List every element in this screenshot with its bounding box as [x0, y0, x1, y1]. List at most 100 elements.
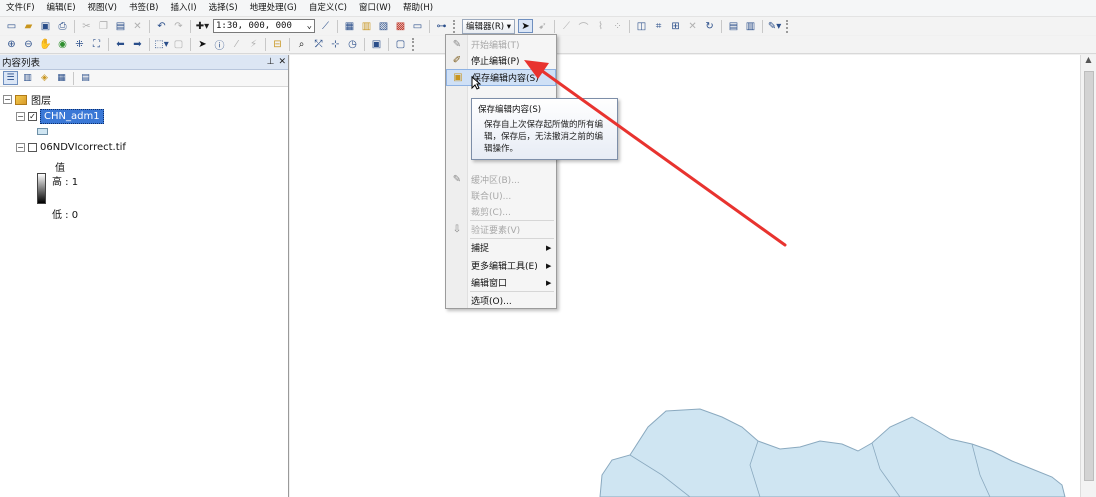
- arctoolbox-icon[interactable]: ▩: [393, 19, 408, 33]
- paste-icon[interactable]: ▤: [113, 19, 128, 33]
- attributes-icon[interactable]: ▤: [726, 19, 741, 33]
- layer-chn-adm1[interactable]: − ✓ CHN_adm1: [16, 109, 104, 124]
- select-features-icon[interactable]: ⬚▾: [154, 38, 169, 52]
- go-back-icon[interactable]: ⬅: [113, 38, 128, 52]
- list-by-selection-icon[interactable]: ▦: [54, 71, 69, 85]
- pin-icon[interactable]: ⊥: [267, 57, 275, 67]
- select-elements-icon[interactable]: ➤: [195, 38, 210, 52]
- edit-vertices-icon[interactable]: ◫: [634, 19, 649, 33]
- toolbar-grip[interactable]: [786, 19, 790, 33]
- clear-selection-icon[interactable]: ▢: [171, 38, 186, 52]
- measure-icon[interactable]: ⊟: [270, 38, 285, 52]
- vertical-scrollbar[interactable]: ▲: [1080, 55, 1096, 497]
- find-route-icon[interactable]: ⤱: [311, 38, 326, 52]
- toc-options-icon[interactable]: ▤: [78, 71, 93, 85]
- scroll-up-icon[interactable]: ▲: [1081, 55, 1096, 69]
- menu-item-editing-windows[interactable]: 编辑窗口 ▶: [446, 274, 556, 291]
- menu-item-union[interactable]: 联合(U)...: [446, 187, 556, 204]
- list-by-source-icon[interactable]: ▥: [20, 71, 35, 85]
- undo-icon[interactable]: ↶: [154, 19, 169, 33]
- layer-symbol[interactable]: [37, 128, 48, 135]
- layer-name-chn-adm1[interactable]: CHN_adm1: [40, 109, 104, 124]
- menu-item-more-editing-tools[interactable]: 更多编辑工具(E) ▶: [446, 257, 556, 274]
- edit-annotation-icon[interactable]: ➹: [535, 19, 550, 33]
- polygon-symbol-swatch[interactable]: [37, 128, 48, 135]
- trace-icon[interactable]: ⌇: [593, 19, 608, 33]
- reshape-icon[interactable]: ⌗: [651, 19, 666, 33]
- cut-polygons-icon[interactable]: ⊞: [668, 19, 683, 33]
- layer-ndvi[interactable]: − 06NDVIcorrect.tif: [16, 142, 126, 153]
- html-popup-icon[interactable]: ⁄: [229, 38, 244, 52]
- create-viewer-window-icon[interactable]: ▣: [369, 38, 384, 52]
- menu-bookmarks[interactable]: 书签(B): [123, 0, 164, 17]
- map-scale-select[interactable]: 1:30, 000, 000 ⌄: [213, 19, 315, 33]
- toolbar-grip[interactable]: [453, 19, 457, 33]
- save-icon[interactable]: ▣: [38, 19, 53, 33]
- create-features-icon[interactable]: ✎▾: [767, 19, 782, 33]
- point-icon[interactable]: ⁘: [610, 19, 625, 33]
- table-of-contents-icon[interactable]: ▦: [342, 19, 357, 33]
- split-icon[interactable]: ✕: [685, 19, 700, 33]
- menu-item-start-editing[interactable]: ✎ 开始编辑(T): [446, 36, 556, 53]
- model-builder-icon[interactable]: ⊶: [434, 19, 449, 33]
- menu-item-clip[interactable]: 裁剪(C)...: [446, 203, 556, 220]
- editor-menu-button[interactable]: 编辑器(R) ▾: [462, 18, 516, 34]
- fixed-zoom-in-icon[interactable]: ⁜: [72, 38, 87, 52]
- scrollbar-thumb[interactable]: [1084, 71, 1094, 481]
- menu-insert[interactable]: 插入(I): [164, 0, 202, 17]
- list-by-drawing-order-icon[interactable]: ☰: [3, 71, 18, 85]
- pan-icon[interactable]: ✋: [38, 38, 53, 52]
- close-icon[interactable]: ✕: [278, 57, 286, 67]
- layer-visibility-checkbox[interactable]: ✓: [28, 112, 37, 121]
- menu-item-buffer[interactable]: ✎ 缓冲区(B)...: [446, 171, 556, 188]
- menu-item-save-edits[interactable]: ▣ 保存编辑内容(S): [446, 69, 556, 86]
- print-icon[interactable]: ⎙: [55, 19, 70, 33]
- full-extent-icon[interactable]: ◉: [55, 38, 70, 52]
- menu-edit[interactable]: 编辑(E): [41, 0, 82, 17]
- zoom-in-icon[interactable]: ⊕: [4, 38, 19, 52]
- layer-name-ndvi[interactable]: 06NDVIcorrect.tif: [40, 142, 126, 153]
- copy-icon[interactable]: ❐: [96, 19, 111, 33]
- menu-file[interactable]: 文件(F): [0, 0, 41, 17]
- menu-geoprocessing[interactable]: 地理处理(G): [244, 0, 303, 17]
- straight-segment-icon[interactable]: ⟋: [559, 19, 574, 33]
- zoom-out-icon[interactable]: ⊖: [21, 38, 36, 52]
- menu-item-options[interactable]: 选项(O)...: [446, 292, 556, 309]
- new-document-icon[interactable]: ▭: [4, 19, 19, 33]
- collapse-icon[interactable]: −: [16, 112, 25, 121]
- redo-icon[interactable]: ↷: [171, 19, 186, 33]
- menu-view[interactable]: 视图(V): [82, 0, 123, 17]
- color-ramp[interactable]: [37, 173, 46, 204]
- menu-item-stop-editing[interactable]: ✐ 停止编辑(P): [446, 52, 556, 69]
- search-window-icon[interactable]: ▧: [376, 19, 391, 33]
- add-data-icon[interactable]: ✚▾: [195, 19, 210, 33]
- delete-icon[interactable]: ✕: [130, 19, 145, 33]
- list-by-visibility-icon[interactable]: ◈: [37, 71, 52, 85]
- find-icon[interactable]: ⌕: [294, 38, 309, 52]
- magnifier-icon[interactable]: ▢: [393, 38, 408, 52]
- identify-icon[interactable]: ⓘ: [212, 38, 227, 52]
- collapse-icon[interactable]: −: [3, 95, 12, 104]
- editor-toolbar-icon[interactable]: ⟋: [318, 19, 333, 33]
- go-to-xy-icon[interactable]: ⊹: [328, 38, 343, 52]
- python-window-icon[interactable]: ▭: [410, 19, 425, 33]
- menu-item-snapping[interactable]: 捕捉 ▶: [446, 239, 556, 256]
- map-display[interactable]: ▲: [290, 55, 1096, 497]
- edit-tool-icon[interactable]: ➤: [518, 19, 534, 33]
- menu-selection[interactable]: 选择(S): [203, 0, 244, 17]
- fixed-zoom-out-icon[interactable]: ⛶: [89, 38, 104, 52]
- go-forward-icon[interactable]: ➡: [130, 38, 145, 52]
- time-slider-icon[interactable]: ◷: [345, 38, 360, 52]
- menu-customize[interactable]: 自定义(C): [303, 0, 353, 17]
- sketch-properties-icon[interactable]: ▥: [743, 19, 758, 33]
- cut-icon[interactable]: ✂: [79, 19, 94, 33]
- end-point-arc-icon[interactable]: ⌒: [576, 19, 591, 34]
- menu-windows[interactable]: 窗口(W): [353, 0, 397, 17]
- toolbar-grip[interactable]: [412, 38, 416, 51]
- catalog-icon[interactable]: ▥: [359, 19, 374, 33]
- open-folder-icon[interactable]: ▰: [21, 19, 36, 33]
- menu-help[interactable]: 帮助(H): [397, 0, 439, 17]
- rotate-icon[interactable]: ↻: [702, 19, 717, 33]
- menu-item-validate-features[interactable]: ⇩ 验证要素(V): [446, 221, 556, 238]
- layer-visibility-checkbox[interactable]: [28, 143, 37, 152]
